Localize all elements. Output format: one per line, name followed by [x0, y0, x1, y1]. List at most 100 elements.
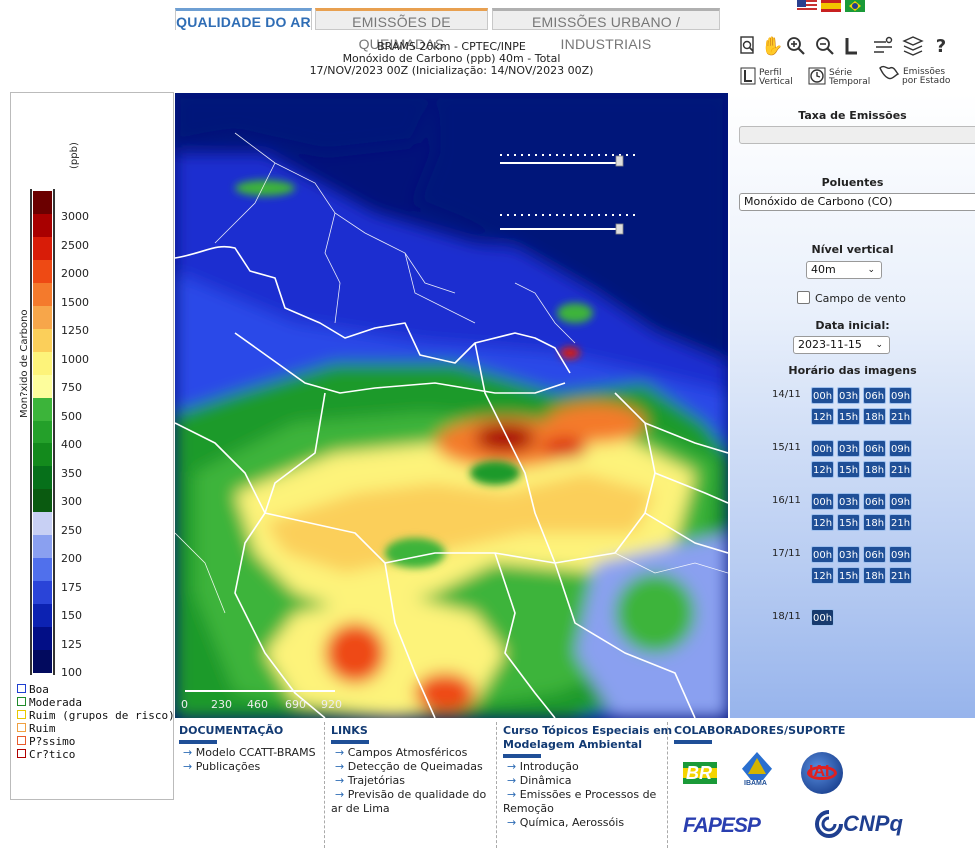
hour-button-15-11-00h[interactable]: 00h	[811, 440, 834, 457]
link-previsao[interactable]: → Previsão de qualidade do	[335, 788, 486, 801]
colorbar-tick-label: 3000	[61, 210, 89, 223]
hour-button-17-11-15h[interactable]: 15h	[837, 567, 860, 584]
colorbar-tick-label: 300	[61, 495, 82, 508]
doc-underline	[179, 740, 217, 744]
emissoes-por-estado-button[interactable]: Emissões por Estado	[878, 64, 974, 88]
hour-button-14-11-12h[interactable]: 12h	[811, 408, 834, 425]
petrobras-logo[interactable]: BR	[683, 758, 717, 788]
hour-button-16-11-03h[interactable]: 03h	[837, 493, 860, 510]
zoom-out-icon[interactable]	[814, 36, 836, 58]
hour-button-17-11-18h[interactable]: 18h	[863, 567, 886, 584]
hour-button-16-11-06h[interactable]: 06h	[863, 493, 886, 510]
campo-vento-checkbox[interactable]	[797, 291, 810, 304]
profile-line-icon[interactable]	[840, 36, 862, 58]
hour-button-16-11-18h[interactable]: 18h	[863, 514, 886, 531]
hour-button-14-11-03h[interactable]: 03h	[837, 387, 860, 404]
taxa-emissoes-select[interactable]	[739, 126, 975, 144]
clock-icon	[808, 67, 826, 85]
link-queimadas[interactable]: → Detecção de Queimadas	[335, 760, 483, 773]
colorbar-tick-label: 1500	[61, 295, 89, 309]
hour-button-17-11-03h[interactable]: 03h	[837, 546, 860, 563]
hour-button-16-11-15h[interactable]: 15h	[837, 514, 860, 531]
hour-button-14-11-09h[interactable]: 09h	[889, 387, 912, 404]
curso-link-introducao[interactable]: → Introdução	[507, 760, 579, 773]
curso-link-emissoes[interactable]: → Emissões e Processos de	[507, 788, 656, 801]
curso-underline	[503, 754, 541, 758]
layers-icon[interactable]	[902, 36, 924, 58]
hour-button-17-11-12h[interactable]: 12h	[811, 567, 834, 584]
air-quality-swatch	[17, 684, 26, 693]
fapesp-logo[interactable]: FAPESP	[683, 814, 761, 838]
colorbar-tick-label: 2500	[61, 238, 89, 252]
tab-qualidade-do-ar[interactable]: QUALIDADE DO AR	[175, 8, 312, 30]
legend-axis-title: Mon?xido de Carbono	[19, 309, 30, 418]
link-campos[interactable]: → Campos Atmosféricos	[335, 746, 467, 759]
hour-button-16-11-21h[interactable]: 21h	[889, 514, 912, 531]
hour-button-17-11-06h[interactable]: 06h	[863, 546, 886, 563]
hour-button-16-11-12h[interactable]: 12h	[811, 514, 834, 531]
data-inicial-select[interactable]: 2023-11-15 ⌄	[793, 336, 890, 354]
hour-button-17-11-09h[interactable]: 09h	[889, 546, 912, 563]
hour-button-15-11-09h[interactable]: 09h	[889, 440, 912, 457]
footer-separator	[324, 722, 325, 848]
poluente-select[interactable]: Monóxido de Carbono (CO)	[739, 193, 975, 211]
hour-button-18-11-00h[interactable]: 00h	[811, 609, 834, 626]
campo-vento-label: Campo de vento	[815, 292, 906, 305]
perfil-vertical-button[interactable]: Perfil Vertical	[740, 67, 800, 89]
serie-temporal-button[interactable]: Série Temporal	[808, 67, 872, 89]
hour-button-14-11-06h[interactable]: 06h	[863, 387, 886, 404]
hour-button-15-11-03h[interactable]: 03h	[837, 440, 860, 457]
nivel-vertical-select[interactable]: 40m ⌄	[806, 261, 882, 279]
zoom-in-icon[interactable]	[785, 36, 807, 58]
curso-link-emissoes-cont[interactable]: Remoção	[503, 802, 554, 815]
data-inicial-value: 2023-11-15	[798, 338, 862, 351]
colorbar-tick-label: 200	[61, 552, 82, 565]
day-label: 14/11	[772, 389, 801, 400]
curso-link-quimica[interactable]: → Química, Aerossóis	[507, 816, 624, 829]
scale-label: 920	[321, 698, 342, 711]
air-quality-item: Ruim (grupos de risco)	[17, 709, 175, 722]
flag-es-icon[interactable]	[821, 0, 841, 12]
hour-button-14-11-15h[interactable]: 15h	[837, 408, 860, 425]
link-trajetorias[interactable]: → Trajetórias	[335, 774, 405, 787]
link-previsao-cont[interactable]: ar de Lima	[331, 802, 390, 815]
pollution-map[interactable]: 0 230 460 690 920	[175, 93, 728, 718]
hour-button-15-11-12h[interactable]: 12h	[811, 461, 834, 478]
tab-emissoes-de-queimadas[interactable]: EMISSÕES DE QUEIMADAS	[315, 8, 488, 52]
help-icon[interactable]: ?	[930, 36, 952, 58]
hour-button-17-11-21h[interactable]: 21h	[889, 567, 912, 584]
perfil-vertical-icon	[740, 67, 756, 85]
air-quality-label: Boa	[29, 683, 49, 696]
hour-button-15-11-21h[interactable]: 21h	[889, 461, 912, 478]
air-quality-label: Ruim (grupos de risco)	[29, 709, 175, 722]
hour-button-14-11-18h[interactable]: 18h	[863, 408, 886, 425]
air-quality-item: Moderada	[17, 696, 82, 709]
doc-link-ccatt[interactable]: → Modelo CCATT-BRAMS	[183, 746, 316, 759]
ibama-logo[interactable]: IBAMA	[738, 752, 778, 792]
hour-button-16-11-09h[interactable]: 09h	[889, 493, 912, 510]
pan-hand-icon[interactable]: ✋	[761, 36, 783, 58]
doc-link-publicacoes[interactable]: → Publicações	[183, 760, 260, 773]
curso-link-dinamica[interactable]: → Dinâmica	[507, 774, 572, 787]
colorbar-tick-label: 750	[61, 381, 82, 394]
colorbar-tick-label: 150	[61, 609, 82, 622]
hour-button-14-11-21h[interactable]: 21h	[889, 408, 912, 425]
colorbar-tick-label: 2000	[61, 267, 89, 280]
flag-br-icon[interactable]	[845, 0, 865, 12]
flag-us-icon[interactable]	[797, 0, 817, 12]
hour-button-14-11-00h[interactable]: 00h	[811, 387, 834, 404]
zoom-page-icon[interactable]	[737, 36, 759, 58]
footer-separator	[496, 722, 497, 848]
hour-button-15-11-06h[interactable]: 06h	[863, 440, 886, 457]
air-quality-label: Cr?tico	[29, 748, 76, 761]
hour-button-15-11-18h[interactable]: 18h	[863, 461, 886, 478]
wind-barb-icon[interactable]	[872, 36, 894, 58]
hour-button-16-11-00h[interactable]: 00h	[811, 493, 834, 510]
hour-button-15-11-15h[interactable]: 15h	[837, 461, 860, 478]
hour-button-17-11-00h[interactable]: 00h	[811, 546, 834, 563]
curso-title-2: Modelagem Ambiental	[503, 738, 643, 751]
air-quality-label: P?ssimo	[29, 735, 76, 748]
tab-emissoes-urbano-industriais[interactable]: EMISSÕES URBANO / INDUSTRIAIS	[492, 8, 720, 52]
iai-logo[interactable]: IAI	[801, 752, 843, 794]
horario-title: Horário das imagens	[788, 364, 917, 377]
